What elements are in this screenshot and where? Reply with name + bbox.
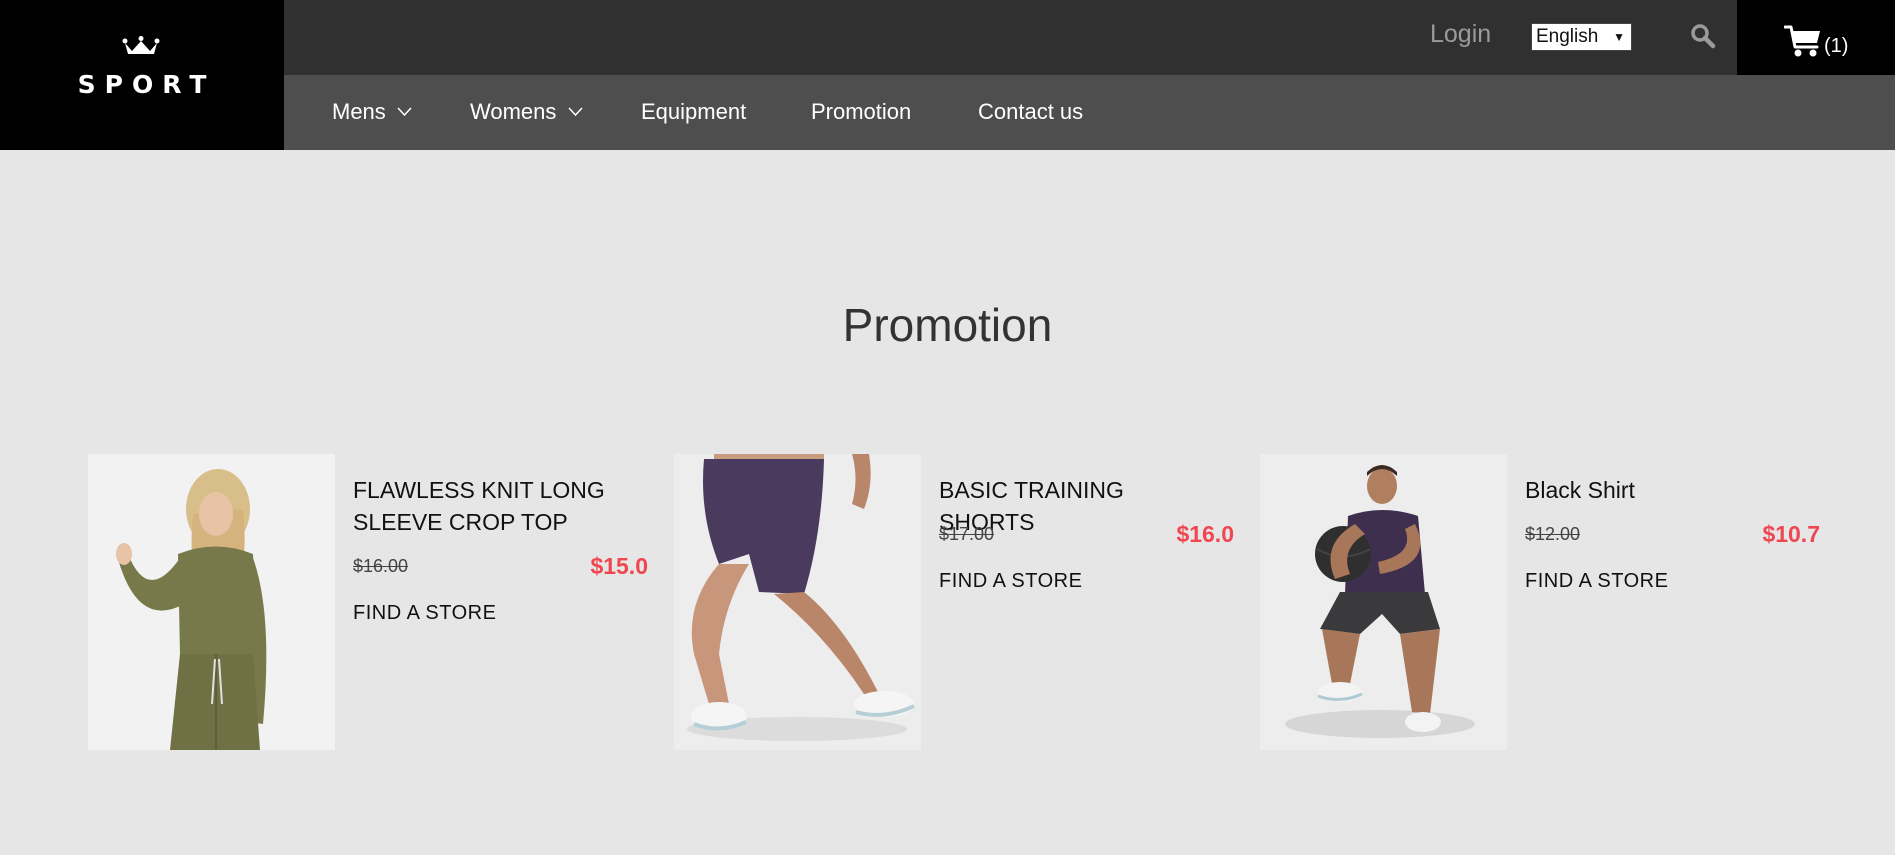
product-old-price: $16.00 xyxy=(353,556,409,576)
nav-item-label: Promotion xyxy=(811,99,912,124)
product-card: Black Shirt $12.00 $10.7 FIND A STORE xyxy=(1260,454,1820,750)
chevron-down-icon xyxy=(567,107,583,116)
product-card: FLAWLESS KNIT LONG SLEEVE CROP TOP $16.0… xyxy=(88,454,648,750)
nav-item-mens[interactable]: Mens xyxy=(332,99,412,125)
product-name[interactable]: FLAWLESS KNIT LONG SLEEVE CROP TOP xyxy=(353,474,633,538)
nav-item-label: Equipment xyxy=(641,99,747,124)
find-a-store-link[interactable]: FIND A STORE xyxy=(353,602,496,625)
top-bar xyxy=(284,0,1737,75)
product-image[interactable] xyxy=(674,454,921,750)
find-a-store-link[interactable]: FIND A STORE xyxy=(1525,570,1668,593)
product-old-price: $12.00 xyxy=(1525,524,1581,544)
main-nav: Mens Womens Equipment Promotion Contact … xyxy=(284,75,1895,150)
login-link[interactable]: Login xyxy=(1430,20,1491,49)
nav-item-equipment[interactable]: Equipment xyxy=(641,99,746,125)
nav-item-promotion[interactable]: Promotion xyxy=(811,99,911,125)
cart-button[interactable]: (1) xyxy=(1737,0,1895,75)
nav-item-label: Contact us xyxy=(978,99,1084,124)
language-selected-value: English xyxy=(1536,26,1599,47)
product-name[interactable]: Black Shirt xyxy=(1525,474,1805,506)
chevron-down-icon xyxy=(397,107,412,116)
cart-count-badge: (1) xyxy=(1824,35,1849,57)
product-sale-price: $16.0 xyxy=(1176,521,1234,547)
nav-item-label: Womens xyxy=(470,99,557,124)
shopping-cart-icon xyxy=(1784,25,1820,57)
nav-item-womens[interactable]: Womens xyxy=(470,99,583,125)
product-image[interactable] xyxy=(1260,454,1507,750)
product-sale-price: $10.7 xyxy=(1762,521,1820,547)
search-icon[interactable] xyxy=(1690,23,1716,49)
language-select[interactable]: English ▼ xyxy=(1531,23,1632,51)
nav-item-label: Mens xyxy=(332,99,386,124)
dropdown-arrow-icon: ▼ xyxy=(1613,30,1625,44)
find-a-store-link[interactable]: FIND A STORE xyxy=(939,570,1082,593)
product-sale-price: $15.0 xyxy=(590,553,648,579)
product-old-price: $17.00 xyxy=(939,524,995,544)
nav-item-contact[interactable]: Contact us xyxy=(978,99,1083,125)
brand-logo[interactable]: SPORT xyxy=(0,0,284,150)
product-image[interactable] xyxy=(88,454,335,750)
page-title: Promotion xyxy=(842,299,1053,351)
product-card: BASIC TRAINING SHORTS $17.00 $16.0 FIND … xyxy=(674,454,1234,750)
crown-icon xyxy=(122,36,160,54)
brand-name: SPORT xyxy=(77,70,216,99)
